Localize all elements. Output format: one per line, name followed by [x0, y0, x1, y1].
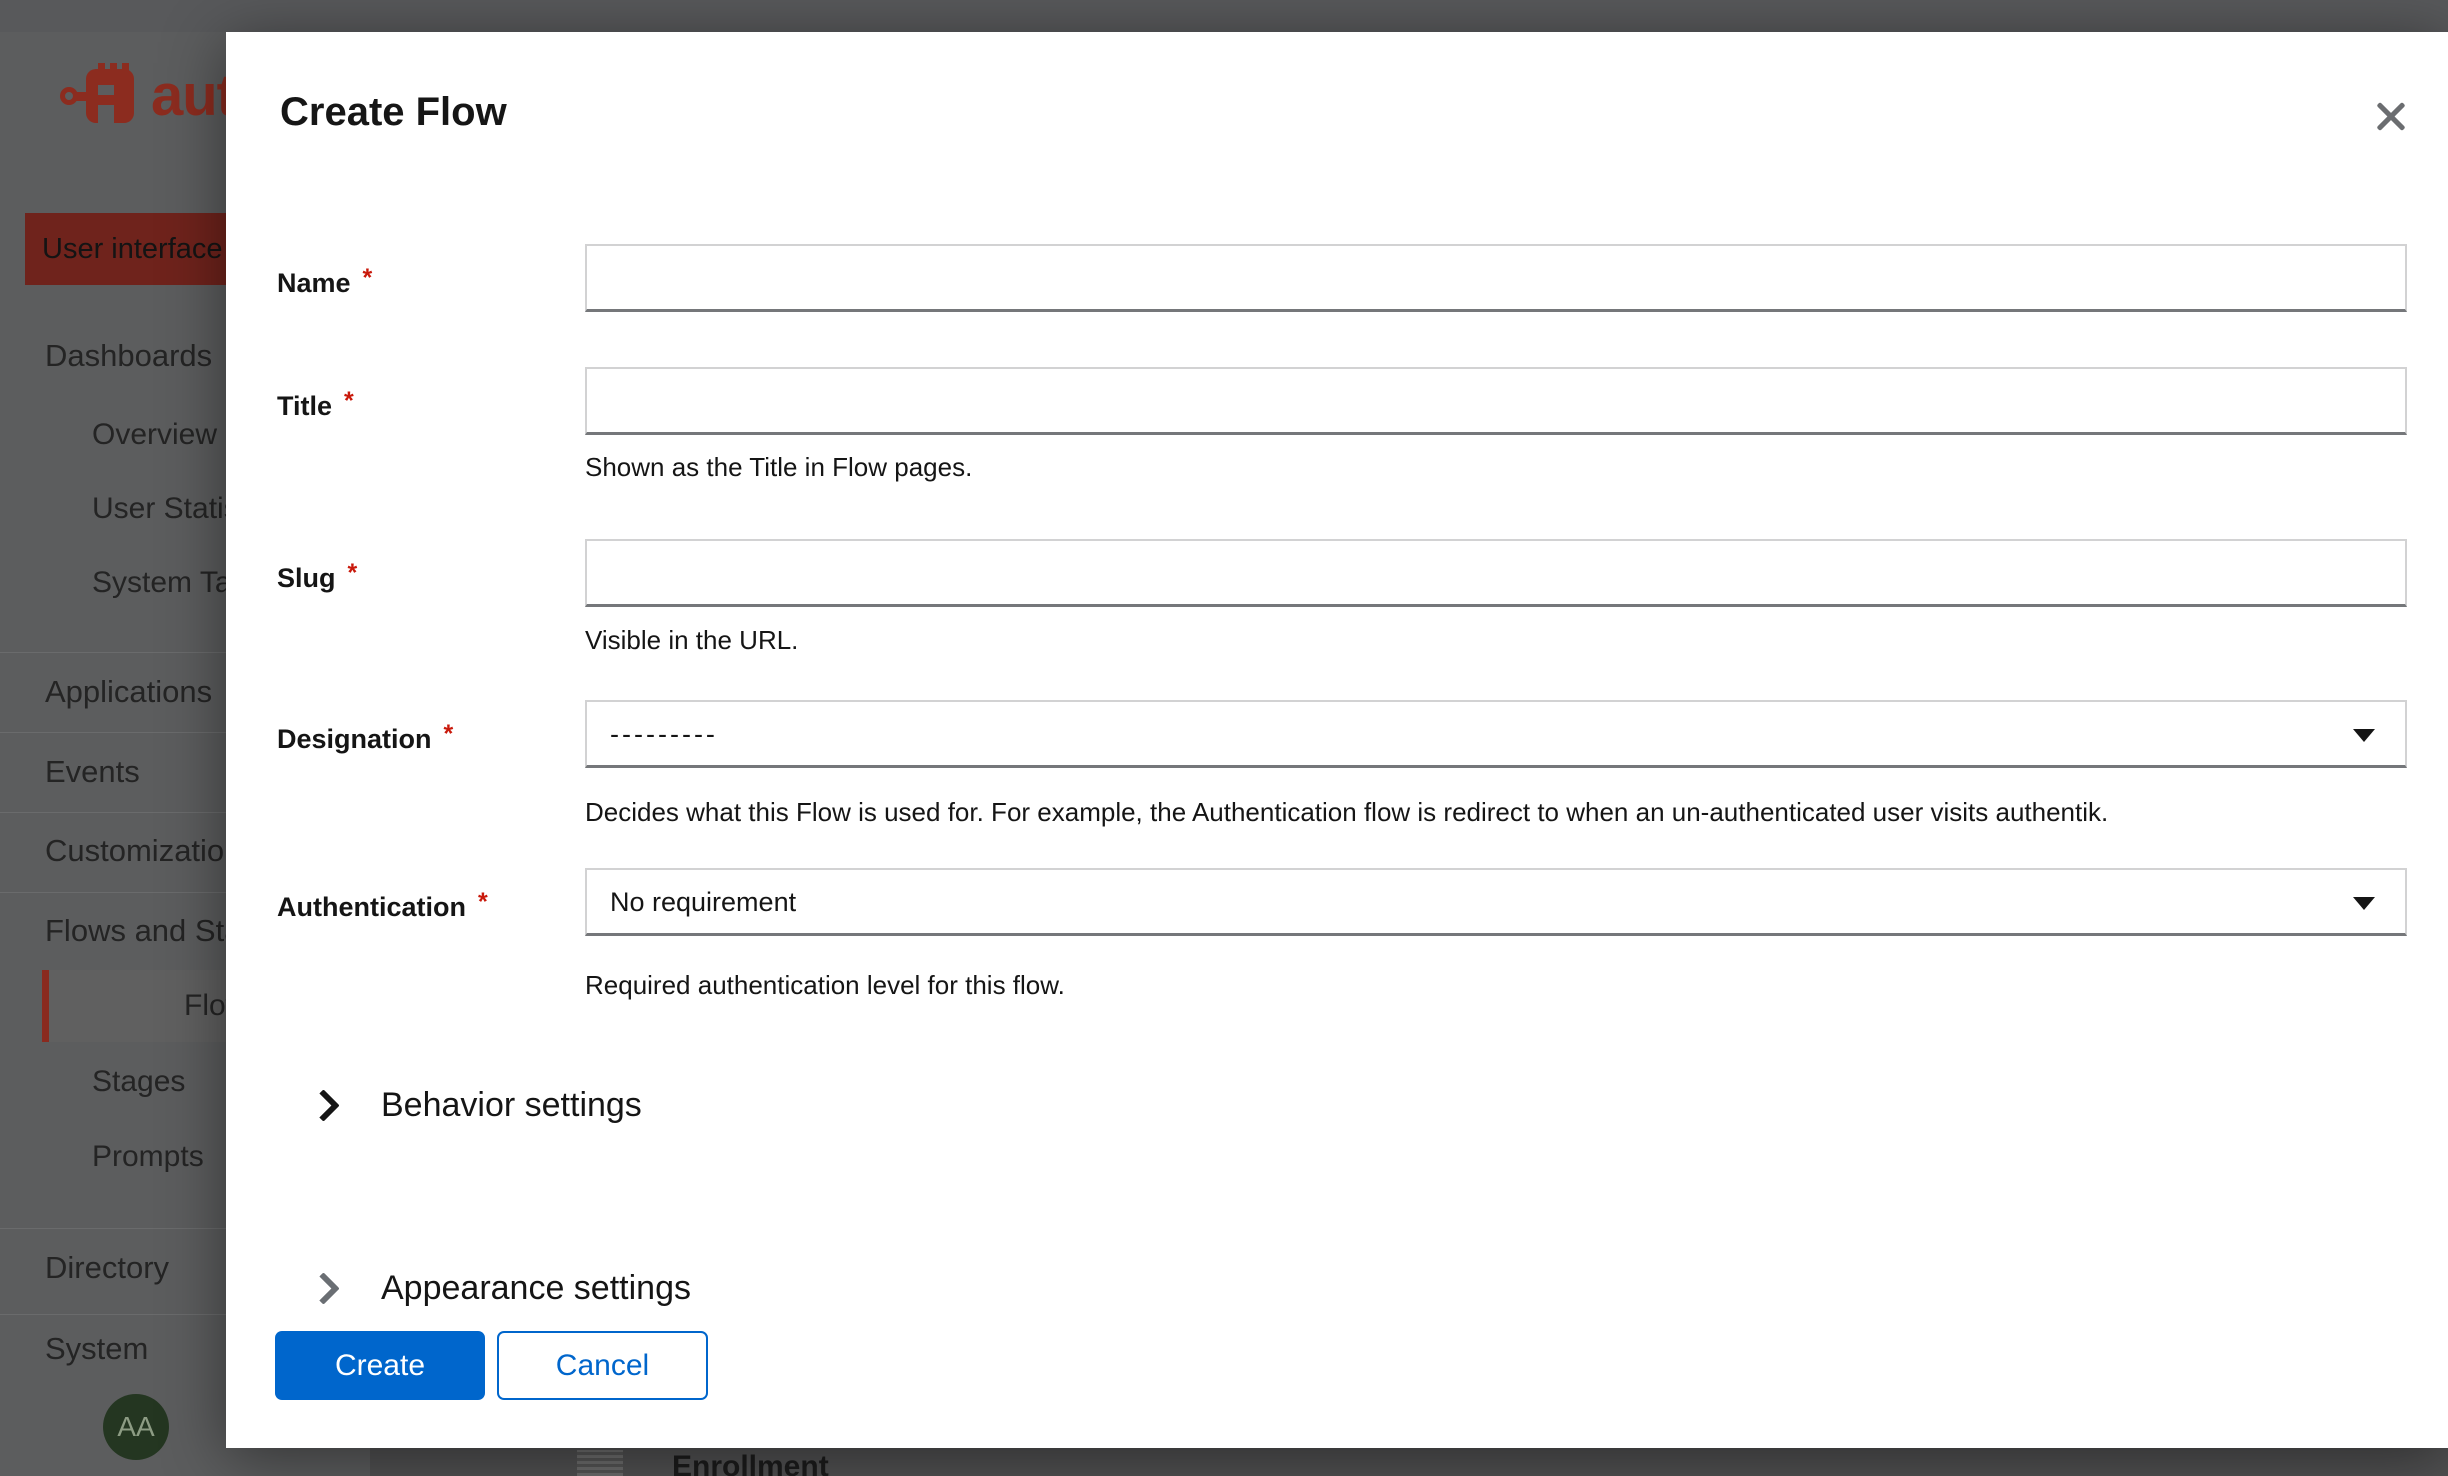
designation-selected-value: --------- [610, 719, 718, 749]
screen: authentik User interface Dashboards Over… [0, 0, 2448, 1476]
designation-label: Designation * [277, 700, 453, 768]
behavior-settings-toggle[interactable]: Behavior settings [312, 1075, 642, 1135]
create-button[interactable]: Create [275, 1331, 485, 1400]
dropdown-caret-icon [2353, 729, 2375, 742]
authentication-label: Authentication * [277, 868, 488, 936]
dropdown-caret-icon [2353, 897, 2375, 910]
create-flow-modal: Create Flow Name * Title * Shown as the Ti… [226, 32, 2448, 1448]
name-required-asterisk: * [363, 264, 373, 292]
designation-select[interactable]: --------- [585, 700, 2407, 768]
close-button[interactable] [2369, 94, 2413, 138]
authentication-selected-value: No requirement [610, 887, 796, 917]
modal-title: Create Flow [280, 90, 507, 135]
title-input[interactable] [585, 367, 2407, 435]
slug-required-asterisk: * [348, 559, 358, 587]
authentication-help-text: Required authentication level for this f… [585, 968, 1065, 1002]
title-label: Title * [277, 367, 354, 435]
authentication-label-text: Authentication [277, 892, 466, 922]
authentik-logo-icon [60, 63, 140, 129]
slug-label-text: Slug [277, 563, 336, 593]
slug-input[interactable] [585, 539, 2407, 607]
name-input[interactable] [585, 244, 2407, 312]
user-avatar[interactable]: AA [103, 1394, 169, 1460]
slug-label: Slug * [277, 539, 357, 607]
chevron-right-icon [307, 1089, 340, 1122]
authentication-select[interactable]: No requirement [585, 868, 2407, 936]
authentication-required-asterisk: * [478, 888, 488, 916]
appearance-settings-label: Appearance settings [381, 1269, 691, 1308]
designation-label-text: Designation [277, 724, 432, 754]
behavior-settings-label: Behavior settings [381, 1086, 642, 1125]
background-table-fragment [577, 1450, 623, 1476]
title-label-text: Title [277, 391, 332, 421]
name-label-text: Name [277, 268, 351, 298]
cancel-button[interactable]: Cancel [497, 1331, 708, 1400]
background-enrollment-row-label: Enrollment [672, 1450, 829, 1476]
chevron-right-icon [307, 1272, 340, 1305]
title-required-asterisk: * [344, 387, 354, 415]
designation-required-asterisk: * [444, 720, 454, 748]
slug-help-text: Visible in the URL. [585, 623, 798, 657]
appearance-settings-toggle[interactable]: Appearance settings [312, 1258, 691, 1318]
designation-help-text: Decides what this Flow is used for. For … [585, 795, 2108, 829]
title-help-text: Shown as the Title in Flow pages. [585, 450, 972, 484]
name-label: Name * [277, 244, 372, 312]
top-bar [0, 0, 2448, 32]
